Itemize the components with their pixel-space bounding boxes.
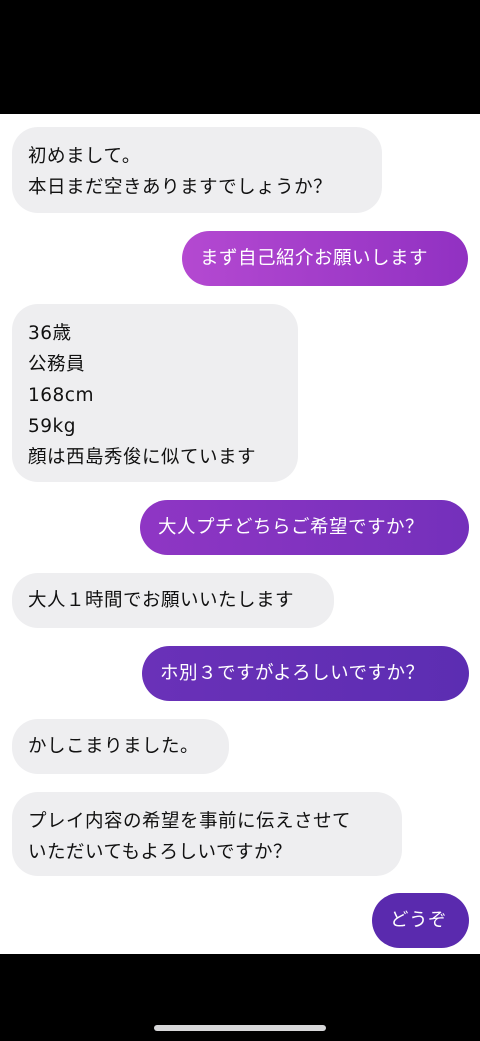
message-bubble-incoming: プレイ内容の希望を事前に伝えさせて いただいてもよろしいですか？ — [12, 792, 402, 876]
home-indicator[interactable] — [154, 1025, 326, 1031]
message-bubble-incoming: 36歳 公務員 168cm 59kg 顔は西島秀俊に似ています — [12, 304, 298, 482]
message-bubble-outgoing: 大人プチどちらご希望ですか？ — [140, 500, 469, 555]
message-bubble-outgoing: どうぞ — [372, 893, 469, 948]
message-list[interactable]: 初めまして。 本日まだ空きありますでしょうか？ まず自己紹介お願いします 36歳… — [0, 114, 480, 954]
message-bubble-incoming: かしこまりました。 — [12, 719, 229, 774]
bottom-bar — [0, 954, 480, 1041]
message-bubble-outgoing: ホ別３ですがよろしいですか？ — [142, 646, 469, 701]
message-bubble-incoming: 大人１時間でお願いいたします — [12, 573, 334, 628]
message-bubble-outgoing: まず自己紹介お願いします — [182, 231, 468, 286]
status-bar — [0, 0, 480, 114]
message-bubble-incoming: 初めまして。 本日まだ空きありますでしょうか？ — [12, 127, 382, 213]
